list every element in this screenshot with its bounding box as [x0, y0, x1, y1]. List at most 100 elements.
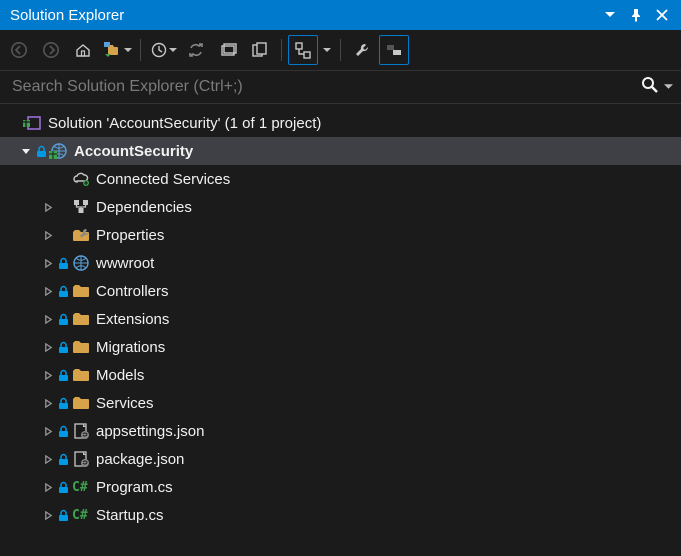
expand-arrow-icon[interactable] — [40, 277, 56, 305]
lock-icon — [56, 313, 70, 326]
sync-icon — [187, 41, 205, 59]
tree-item-controllers[interactable]: Controllers — [0, 277, 681, 305]
cloud-icon — [70, 170, 92, 188]
step-icon — [385, 41, 403, 59]
expand-arrow-icon[interactable] — [40, 417, 56, 445]
tree-item-startup-cs[interactable]: Startup.cs — [0, 501, 681, 529]
tree-node-icon — [294, 41, 312, 59]
toolbar-separator — [281, 39, 282, 61]
preview-selected-button[interactable] — [288, 35, 318, 65]
sync-button[interactable] — [181, 35, 211, 65]
search-options-dropdown[interactable] — [664, 78, 673, 96]
folder-icon — [70, 394, 92, 412]
tree-item-label: Dependencies — [96, 199, 192, 216]
lock-icon — [56, 285, 70, 298]
close-button[interactable] — [649, 2, 675, 28]
project-label: AccountSecurity — [74, 143, 193, 160]
tree-item-label: Program.cs — [96, 479, 173, 496]
expand-arrow-icon[interactable] — [40, 473, 56, 501]
tree-item-label: Extensions — [96, 311, 169, 328]
collapse-all-button[interactable] — [213, 35, 243, 65]
tree-item-label: wwwroot — [96, 255, 154, 272]
project-node[interactable]: AccountSecurity — [0, 137, 681, 165]
folder-switch-icon — [103, 41, 123, 59]
tree-item-label: Models — [96, 367, 144, 384]
back-button[interactable] — [4, 35, 34, 65]
show-all-files-button[interactable] — [245, 35, 275, 65]
lock-icon — [56, 369, 70, 382]
tree-item-label: Startup.cs — [96, 507, 164, 524]
tree-item-extensions[interactable]: Extensions — [0, 305, 681, 333]
globe-icon — [70, 254, 92, 272]
chevron-down-icon — [123, 46, 133, 54]
collapse-icon — [219, 41, 237, 59]
deps-icon — [70, 198, 92, 216]
cs-icon — [70, 506, 92, 524]
lock-icon — [34, 145, 48, 158]
panel-titlebar: Solution Explorer — [0, 0, 681, 30]
lock-icon — [56, 257, 70, 270]
window-options-button[interactable] — [597, 2, 623, 28]
tree-item-connected-services[interactable]: Connected Services — [0, 165, 681, 193]
tree-item-migrations[interactable]: Migrations — [0, 333, 681, 361]
panel-title: Solution Explorer — [10, 7, 597, 24]
toolbar-separator — [140, 39, 141, 61]
tree-item-models[interactable]: Models — [0, 361, 681, 389]
json-icon — [70, 450, 92, 468]
forward-button[interactable] — [36, 35, 66, 65]
files-icon — [251, 41, 269, 59]
pending-changes-button[interactable] — [147, 35, 179, 65]
properties-button[interactable] — [347, 35, 377, 65]
wrench-icon — [353, 41, 371, 59]
lock-icon — [56, 453, 70, 466]
preview-button[interactable] — [379, 35, 409, 65]
tree-item-label: Properties — [96, 227, 164, 244]
tree-item-label: package.json — [96, 451, 184, 468]
lock-icon — [56, 481, 70, 494]
tree-item-dependencies[interactable]: Dependencies — [0, 193, 681, 221]
toolbar-separator — [340, 39, 341, 61]
tree-item-appsettings-json[interactable]: appsettings.json — [0, 417, 681, 445]
lock-icon — [56, 341, 70, 354]
expand-arrow-icon[interactable] — [40, 445, 56, 473]
search-input[interactable] — [12, 78, 640, 96]
search-icon[interactable] — [640, 75, 660, 100]
switch-views-button[interactable] — [100, 35, 134, 65]
tree-item-label: Migrations — [96, 339, 165, 356]
folder-icon — [70, 310, 92, 328]
chevron-down-icon[interactable] — [320, 46, 334, 54]
folder-icon — [70, 282, 92, 300]
tree-item-properties[interactable]: Properties — [0, 221, 681, 249]
lock-icon — [56, 425, 70, 438]
solution-node[interactable]: Solution 'AccountSecurity' (1 of 1 proje… — [0, 109, 681, 137]
history-icon — [150, 41, 168, 59]
tree-item-package-json[interactable]: package.json — [0, 445, 681, 473]
lock-icon — [56, 509, 70, 522]
expand-arrow-icon[interactable] — [40, 221, 56, 249]
expand-arrow-icon[interactable] — [40, 193, 56, 221]
tree-item-wwwroot[interactable]: wwwroot — [0, 249, 681, 277]
collapse-arrow-icon[interactable] — [18, 137, 34, 165]
chevron-down-icon — [168, 46, 178, 54]
solution-tree: Solution 'AccountSecurity' (1 of 1 proje… — [0, 104, 681, 534]
expand-arrow-icon[interactable] — [40, 333, 56, 361]
arrow-right-icon — [42, 41, 60, 59]
tree-item-label: appsettings.json — [96, 423, 204, 440]
tree-item-services[interactable]: Services — [0, 389, 681, 417]
arrow-left-icon — [10, 41, 28, 59]
expand-arrow-icon — [40, 165, 56, 193]
tree-item-label: Services — [96, 395, 154, 412]
solution-label: Solution 'AccountSecurity' (1 of 1 proje… — [48, 115, 321, 132]
expand-arrow-icon[interactable] — [40, 249, 56, 277]
tree-item-program-cs[interactable]: Program.cs — [0, 473, 681, 501]
expand-arrow-icon[interactable] — [40, 305, 56, 333]
expand-arrow-icon[interactable] — [40, 361, 56, 389]
expand-arrow-icon[interactable] — [40, 389, 56, 417]
expand-arrow-icon[interactable] — [40, 501, 56, 529]
wrench-folder-icon — [70, 226, 92, 244]
cs-icon — [70, 478, 92, 496]
pin-button[interactable] — [623, 2, 649, 28]
home-icon — [74, 41, 92, 59]
tree-item-label: Connected Services — [96, 171, 230, 188]
home-button[interactable] — [68, 35, 98, 65]
